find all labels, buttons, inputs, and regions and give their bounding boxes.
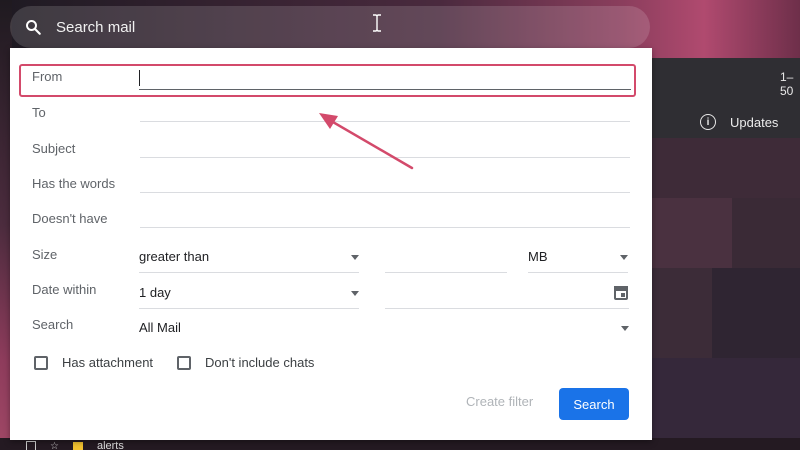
calendar-icon[interactable] — [614, 286, 628, 300]
date-within-label: Date within — [32, 282, 97, 297]
checkbox-icon[interactable] — [34, 355, 48, 370]
dont-include-chats-label: Don't include chats — [205, 355, 315, 370]
dropdown-arrow-icon — [620, 255, 628, 260]
to-label: To — [32, 105, 46, 120]
background-tile — [732, 198, 800, 268]
has-words-label: Has the words — [32, 176, 116, 191]
bottom-mail-row[interactable]: ☆ alerts — [26, 440, 124, 450]
date-within-value: 1 day — [139, 285, 171, 300]
tab-updates-label: Updates — [730, 114, 779, 130]
to-row[interactable]: To — [32, 98, 630, 128]
has-attachment-label: Has attachment — [62, 355, 154, 370]
background-tile — [652, 198, 732, 268]
search-mail-label: Search mail — [56, 18, 136, 36]
search-mail-bar[interactable]: Search mail — [10, 6, 650, 48]
text-cursor-icon — [373, 14, 381, 32]
dont-include-chats-checkbox[interactable]: Don't include chats — [177, 355, 314, 370]
dropdown-arrow-icon — [621, 326, 629, 331]
doesnt-have-row[interactable]: Doesn't have — [32, 204, 630, 234]
has-words-row[interactable]: Has the words — [32, 169, 630, 199]
select-underline — [139, 308, 359, 309]
background-tile — [652, 138, 800, 198]
background-tile — [712, 268, 800, 358]
size-comparator-select[interactable]: greater than — [139, 247, 359, 273]
size-label: Size — [32, 247, 58, 262]
select-underline — [139, 272, 359, 273]
doesnt-have-label: Doesn't have — [32, 211, 108, 226]
create-filter-button[interactable]: Create filter — [466, 394, 533, 409]
background-tile — [652, 358, 800, 438]
search-icon — [26, 20, 41, 35]
tab-updates[interactable]: i Updates — [700, 114, 778, 130]
pagination-counter: 1–50 — [780, 70, 794, 98]
search-button[interactable]: Search — [559, 388, 629, 420]
star-icon[interactable]: ☆ — [50, 441, 59, 450]
row-sender: alerts — [96, 440, 124, 450]
size-value-input[interactable] — [385, 272, 507, 273]
row-checkbox[interactable] — [26, 441, 36, 450]
dropdown-arrow-icon — [351, 255, 359, 260]
info-icon: i — [700, 114, 716, 130]
background-tile — [652, 268, 712, 358]
subject-label: Subject — [32, 141, 76, 156]
label-tag-icon — [72, 442, 83, 450]
doesnt-have-input[interactable] — [140, 227, 630, 228]
date-input[interactable] — [385, 308, 629, 309]
select-underline — [528, 272, 628, 273]
subject-input[interactable] — [140, 157, 630, 158]
size-unit-value: MB — [528, 249, 548, 264]
subject-row[interactable]: Subject — [32, 134, 630, 164]
search-in-select[interactable]: All Mail — [139, 318, 629, 340]
advanced-search-panel: From To Subject Has the words Doesn't ha… — [10, 48, 652, 440]
has-attachment-checkbox[interactable]: Has attachment — [34, 355, 153, 370]
checkbox-icon[interactable] — [177, 355, 191, 370]
size-comparator-value: greater than — [139, 249, 210, 264]
date-within-select[interactable]: 1 day — [139, 283, 359, 309]
search-in-label: Search — [32, 317, 74, 332]
from-highlight-box — [19, 64, 636, 97]
size-unit-select[interactable]: MB — [528, 247, 628, 273]
dropdown-arrow-icon — [351, 291, 359, 296]
to-input[interactable] — [140, 121, 630, 122]
search-in-value: All Mail — [139, 320, 181, 335]
has-words-input[interactable] — [140, 192, 630, 193]
